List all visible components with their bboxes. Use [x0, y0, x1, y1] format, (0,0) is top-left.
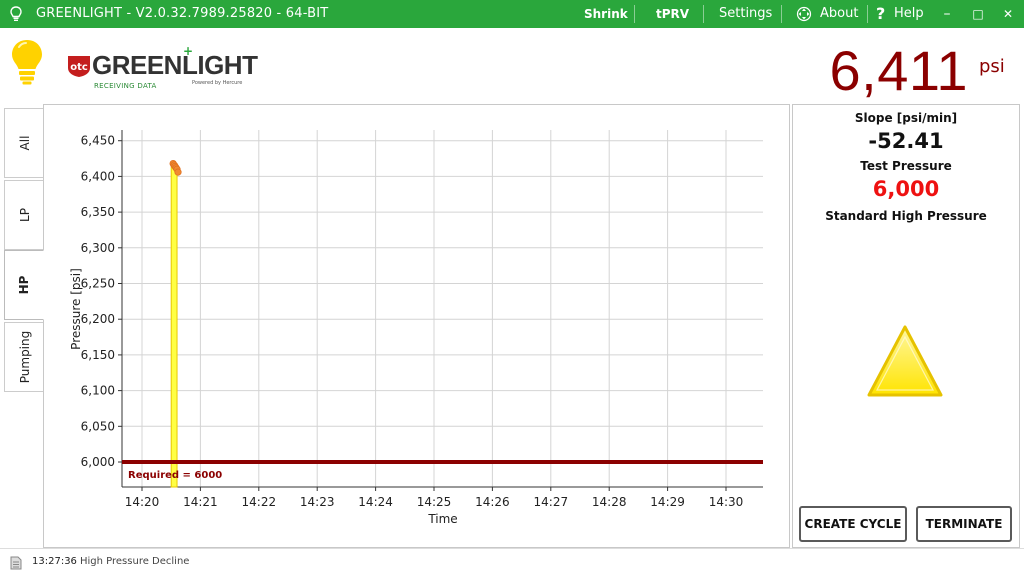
settings-menu[interactable]: Settings [719, 6, 772, 21]
x-tick-label: 14:22 [242, 495, 277, 509]
test-pressure-value: 6,000 [872, 177, 940, 201]
otc-shield-icon: otc [68, 56, 90, 77]
x-tick-label: 14:27 [534, 495, 569, 509]
sparkle-icon: + [183, 44, 194, 58]
brand-name: GREENLIGHT [92, 50, 258, 80]
window-title: GREENLIGHT - V2.0.32.7989.25820 - 64-BIT [36, 6, 329, 21]
pressure-data-point [174, 168, 182, 176]
menu-separator [703, 5, 704, 23]
help-question-icon: ? [876, 4, 886, 23]
slope-value: -52.41 [868, 129, 944, 153]
required-label: Required = 6000 [128, 470, 222, 481]
close-button[interactable]: ✕ [998, 4, 1018, 24]
tab-label: HP [17, 275, 31, 295]
greenlight-logo: otc GREENLIGHT + RECEIVING DATA Powered … [66, 44, 258, 92]
y-tick-label: 6,450 [81, 134, 115, 148]
y-tick-label: 6,350 [81, 205, 115, 219]
pressure-unit: psi [979, 56, 1005, 77]
y-tick-label: 6,400 [81, 169, 115, 183]
tab-lp[interactable]: LP [4, 180, 44, 250]
pressure-readout: 6,411 psi [830, 38, 1020, 102]
tprv-menu[interactable]: tPRV [656, 7, 689, 21]
warning-triangle-icon [867, 325, 943, 397]
y-tick-label: 6,100 [81, 384, 115, 398]
slope-label: Slope [psi/min] [854, 111, 958, 125]
menu-separator [781, 5, 782, 23]
tab-label: Pumping [17, 330, 32, 384]
y-tick-label: 6,150 [81, 348, 115, 362]
create-cycle-button[interactable]: CREATE CYCLE [799, 506, 907, 542]
x-tick-label: 14:20 [125, 495, 160, 509]
status-time: 13:27:36 [32, 556, 77, 567]
menu-separator [634, 5, 635, 23]
mode-tabs: All LP HP Pumping [4, 104, 44, 548]
tab-pumping[interactable]: Pumping [4, 322, 44, 392]
x-tick-label: 14:25 [417, 495, 452, 509]
powered-by: Powered by Hercure [192, 80, 243, 86]
menu-separator [867, 5, 868, 23]
x-tick-label: 14:24 [358, 495, 393, 509]
x-axis-title: Time [427, 512, 457, 526]
x-tick-label: 14:29 [650, 495, 685, 509]
x-tick-label: 14:26 [475, 495, 510, 509]
bulb-app-icon [10, 6, 22, 21]
terminate-button[interactable]: TERMINATE [916, 506, 1012, 542]
y-tick-label: 6,250 [81, 277, 115, 291]
otc-mark: otc [70, 62, 88, 73]
x-tick-label: 14:21 [183, 495, 218, 509]
y-tick-label: 6,300 [81, 241, 115, 255]
x-tick-label: 14:23 [300, 495, 335, 509]
pressure-value: 6,411 [829, 39, 968, 102]
maximize-button[interactable]: □ [968, 4, 988, 24]
test-pressure-label: Test Pressure [860, 159, 952, 173]
y-axis-title: Pressure [psi] [69, 268, 83, 350]
move-arrows-icon [796, 6, 812, 22]
status-message: High Pressure Decline [80, 556, 190, 567]
about-menu[interactable]: About [820, 6, 858, 21]
pressure-mode-label: Standard High Pressure [825, 209, 987, 223]
metrics-panel: Slope [psi/min] -52.41 Test Pressure 6,0… [792, 104, 1020, 548]
tab-hp[interactable]: HP [4, 250, 44, 320]
tab-all[interactable]: All [4, 108, 44, 178]
tab-label: All [17, 135, 32, 151]
tab-label: LP [17, 208, 32, 222]
title-bar[interactable]: GREENLIGHT - V2.0.32.7989.25820 - 64-BIT… [0, 0, 1024, 28]
minimize-button[interactable]: – [937, 4, 957, 24]
shrink-menu[interactable]: Shrink [584, 7, 628, 21]
x-tick-label: 14:30 [709, 495, 744, 509]
help-menu[interactable]: Help [894, 6, 924, 21]
x-tick-label: 14:28 [592, 495, 627, 509]
connection-status: RECEIVING DATA [94, 82, 157, 90]
pressure-chart-panel: Required = 6000 6,450 6,400 6,350 6,300 6,250… [43, 104, 790, 548]
app-window: GREENLIGHT - V2.0.32.7989.25820 - 64-BIT… [0, 0, 1024, 576]
document-icon [10, 556, 22, 570]
pressure-chart: Required = 6000 6,450 6,400 6,350 6,300 6,250… [69, 130, 763, 526]
lightbulb-icon [12, 40, 42, 85]
y-tick-label: 6,050 [81, 419, 115, 433]
y-tick-label: 6,000 [81, 455, 115, 469]
status-bar: 13:27:36 High Pressure Decline [0, 548, 1024, 576]
y-tick-label: 6,200 [81, 312, 115, 326]
decline-window-bar [170, 163, 178, 488]
